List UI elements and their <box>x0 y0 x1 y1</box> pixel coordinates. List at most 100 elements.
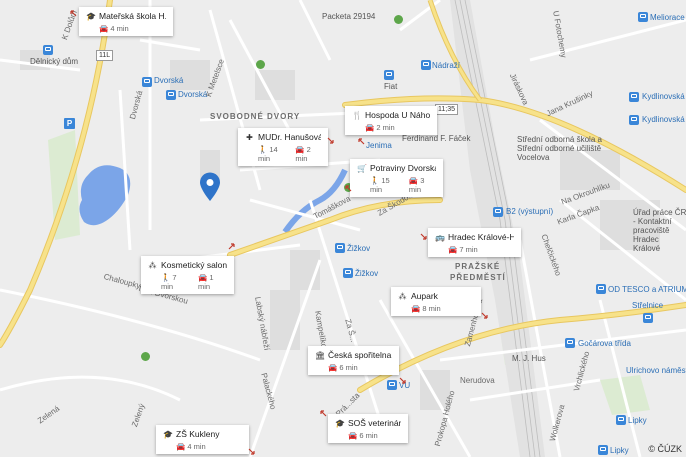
parking-icon[interactable]: P <box>64 118 75 129</box>
car-icon: 🚘 <box>365 123 375 132</box>
district-label: PRAŽSKÉ <box>455 262 501 271</box>
place-label: Úřad práce ČR - Kontaktní pracoviště Hra… <box>633 208 686 253</box>
bus-stop-icon[interactable] <box>643 313 653 323</box>
bus-stop-icon[interactable] <box>638 12 648 22</box>
poi-card[interactable]: 🏛 Česká spořitelna 🚘 6 min <box>308 346 399 375</box>
poi-card-car-time: 2 min <box>376 123 395 132</box>
car-icon: 🚘 <box>295 145 305 154</box>
poi-card-car-time: 6 min <box>339 363 358 372</box>
direction-arrow-icon <box>420 233 427 240</box>
direction-arrow-icon <box>70 10 77 17</box>
location-pin-icon[interactable] <box>199 172 221 202</box>
restaurant-icon: 🍴 <box>352 110 362 120</box>
park-icon <box>141 352 150 361</box>
direction-arrow-icon <box>327 137 334 144</box>
car-icon: 🚘 <box>176 442 186 451</box>
map-copyright: © ČÚZK <box>648 444 682 454</box>
car-icon: 🚘 <box>198 273 208 282</box>
bus-stop-icon[interactable] <box>493 207 503 217</box>
poi-card-car-time: 8 min <box>422 304 441 313</box>
poi-card[interactable]: ⁂ Aupark 🚘 8 min <box>391 287 481 316</box>
stop-label: Střelnice <box>632 301 664 310</box>
park-icon <box>256 60 265 69</box>
direction-arrow-icon <box>358 138 365 145</box>
poi-card-name: Hradec Králové-H... <box>448 232 514 242</box>
poi-card-car-time: 7 min <box>459 245 478 254</box>
direction-arrow-icon <box>345 185 352 192</box>
car-icon: 🚘 <box>408 176 419 185</box>
school-icon: 🎓 <box>86 11 96 21</box>
stop-label: Jenima <box>366 141 392 150</box>
district-label: PŘEDMĚSTÍ <box>450 273 506 282</box>
car-icon: 🚘 <box>348 431 358 440</box>
stop-label: Ulrichovo náměstí <box>626 366 686 375</box>
direction-arrow-icon <box>228 243 235 250</box>
bus-stop-icon[interactable] <box>629 115 639 125</box>
bank-icon: 🏛 <box>315 350 326 360</box>
place-label: Fiat <box>384 82 398 91</box>
bus-stop-icon[interactable] <box>629 92 639 102</box>
car-icon: 🚘 <box>411 304 421 313</box>
poi-card[interactable]: 🛒 Potraviny Dvorska 🚶 15 min 🚘 3 min <box>350 159 443 197</box>
stop-label: Meliorace <box>650 13 685 22</box>
poi-card[interactable]: 🎓 ZŠ Kukleny 🚘 4 min <box>156 425 249 454</box>
stop-label: B2 (výstupní) <box>506 207 554 216</box>
place-label: Dělnický dům <box>30 57 79 66</box>
car-icon: 🚘 <box>99 24 109 33</box>
poi-card[interactable]: 🍴Hospoda U Náhona 🚘2 min <box>345 106 437 135</box>
map-base-layer <box>0 0 686 457</box>
bus-stop-icon[interactable] <box>421 60 431 70</box>
bus-stop-icon[interactable] <box>384 70 394 80</box>
poi-card[interactable]: ⁂ Kosmetický salon... 🚶 7 min 🚘 1 min <box>141 256 234 294</box>
poi-card[interactable]: 🎓 Mateřská škola H... 🚘 4 min <box>79 7 173 36</box>
bus-icon: 🚌 <box>435 232 445 242</box>
bus-stop-icon[interactable] <box>343 268 353 278</box>
stop-label: Gočárova třída <box>578 339 631 348</box>
salon-icon: ⁂ <box>148 260 157 270</box>
poi-card-name: ZŠ Kukleny <box>176 429 220 439</box>
stop-label: Žižkov <box>355 269 379 278</box>
stop-label: Dvorská <box>154 76 184 85</box>
direction-arrow-icon <box>399 377 406 384</box>
bus-stop-icon[interactable] <box>387 380 397 390</box>
poi-card[interactable]: 🎓SOŠ veterinární 🚘6 min <box>328 414 408 443</box>
bus-stop-icon[interactable] <box>142 77 152 87</box>
stop-label: Lipky <box>628 416 647 425</box>
bus-stop-icon[interactable] <box>598 445 608 455</box>
shop-icon: 🛒 <box>357 163 367 173</box>
road-number-badge: 11L <box>96 50 114 61</box>
map-canvas[interactable]: P 11L 11;35 SVOBODNÉ DVORY PRAŽSKÉ PŘEDM… <box>0 0 686 457</box>
stop-label: Lipky <box>610 446 629 455</box>
bus-stop-icon[interactable] <box>596 284 606 294</box>
place-label: Packeta 29194 <box>322 12 376 21</box>
bus-stop-icon[interactable] <box>43 45 53 55</box>
bus-stop-icon[interactable] <box>616 415 626 425</box>
direction-arrow-icon <box>320 410 327 417</box>
car-icon: 🚘 <box>448 245 458 254</box>
poi-card-name: Česká spořitelna <box>328 350 392 360</box>
poi-card-name: Mateřská škola H... <box>99 11 166 21</box>
street-label: Nerudova <box>460 376 495 385</box>
stop-label: Kydlinovská <box>642 115 685 124</box>
poi-card-car-time: 6 min <box>359 431 378 440</box>
medical-icon: ✚ <box>246 132 253 142</box>
place-label: M. J. Hus <box>512 354 546 363</box>
poi-card-name: Kosmetický salon... <box>161 260 227 270</box>
bus-stop-icon[interactable] <box>565 338 575 348</box>
stop-label: Žižkov <box>347 244 371 253</box>
walk-icon: 🚶 <box>161 273 171 282</box>
bus-stop-icon[interactable] <box>335 243 345 253</box>
poi-card[interactable]: ✚MUDr. Hanušová ... 🚶14 min 🚘2 min <box>238 128 328 166</box>
direction-arrow-icon <box>481 312 488 319</box>
lake <box>79 165 131 226</box>
school-icon: 🎓 <box>335 418 345 428</box>
place-label: Ferdinand F. Fáček <box>402 134 471 143</box>
bus-stop-icon[interactable] <box>166 90 176 100</box>
poi-card-name: SOŠ veterinární <box>348 418 401 428</box>
poi-card[interactable]: 🚌Hradec Králové-H... 🚘7 min <box>428 228 521 257</box>
stop-label: Nádraží <box>432 61 461 70</box>
park-icon <box>394 15 403 24</box>
poi-card-name: Hospoda U Náhona <box>365 110 430 120</box>
place-label: Střední odborná škola a Střední odborné … <box>517 135 602 162</box>
direction-arrow-icon <box>248 448 255 455</box>
